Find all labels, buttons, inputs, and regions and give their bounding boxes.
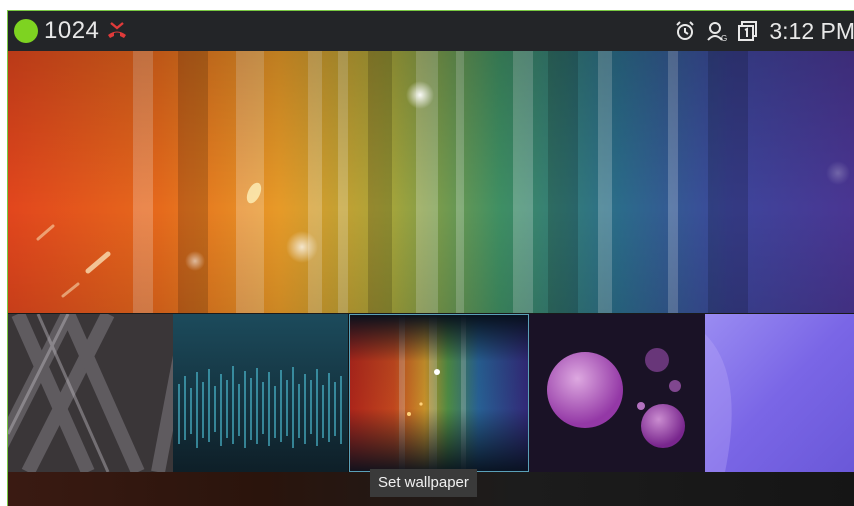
thumbnail-blue-waveform[interactable] bbox=[173, 314, 348, 472]
set-wallpaper-button[interactable]: Set wallpaper bbox=[370, 469, 477, 497]
presence-status-icon bbox=[14, 19, 38, 43]
wallpaper-thumbnail-strip bbox=[8, 314, 854, 472]
svg-text:G: G bbox=[721, 34, 727, 43]
missed-call-icon bbox=[105, 19, 129, 43]
clock: 3:12 PM bbox=[769, 17, 854, 44]
sim-icon bbox=[737, 20, 759, 42]
alarm-icon bbox=[673, 19, 697, 43]
account-icon: G bbox=[705, 19, 729, 43]
status-bar: 1024 G 3:12 PM bbox=[8, 11, 854, 51]
wallpaper-preview bbox=[8, 51, 854, 313]
thumbnail-purple-bokeh[interactable] bbox=[529, 314, 705, 472]
thumbnail-spectrum-streaks[interactable] bbox=[349, 314, 529, 472]
thumbnail-diagonal-lines[interactable] bbox=[8, 314, 173, 472]
thumbnail-violet-gradient[interactable] bbox=[705, 314, 854, 472]
extension-number: 1024 bbox=[44, 17, 100, 44]
wallpaper-picker-screen: 1024 G 3:12 PM bbox=[7, 10, 854, 506]
